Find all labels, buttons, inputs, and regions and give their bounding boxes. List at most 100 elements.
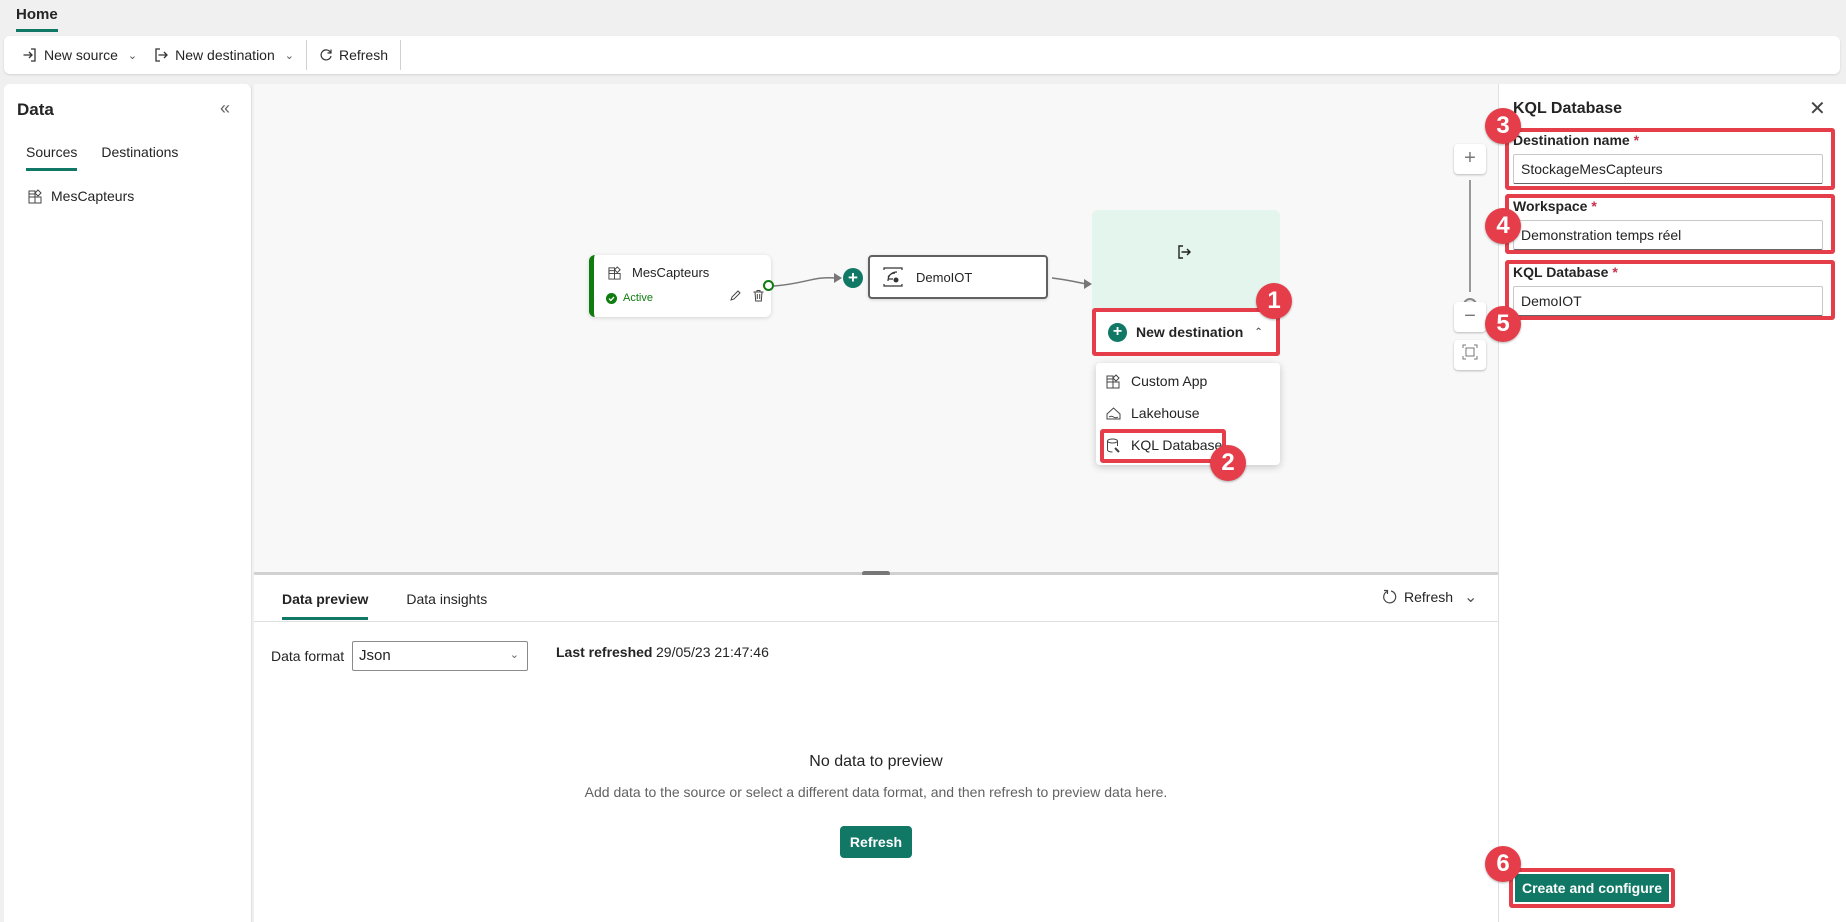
step-badge-1: 1 <box>1256 283 1292 319</box>
new-source-label: New source <box>44 47 118 63</box>
new-destination-dropdown[interactable]: + New destination ⌃ <box>1092 308 1280 356</box>
tab-data-insights[interactable]: Data insights <box>406 591 487 620</box>
new-destination-button[interactable]: New destination ⌄ <box>145 40 302 70</box>
eventstream-node[interactable]: DemoIOT <box>868 255 1048 299</box>
highlight-box: Create and configure <box>1509 868 1675 908</box>
step-badge-4: 4 <box>1485 208 1521 244</box>
step-badge-5: 5 <box>1485 306 1521 342</box>
source-node-actions <box>729 289 765 302</box>
highlight-box <box>1100 429 1226 463</box>
output-port[interactable] <box>763 280 774 291</box>
toolbar: New source ⌄ New destination ⌄ Refresh <box>4 36 1840 74</box>
canvas[interactable]: MesCapteurs Active + DemoIOT + New desti… <box>254 84 1498 574</box>
sign-out-icon <box>153 47 169 63</box>
workspace-label: Workspace * <box>1513 198 1597 214</box>
menu-item-custom-app[interactable]: Custom App <box>1106 373 1207 389</box>
required-marker: * <box>1612 264 1618 280</box>
field-label-text: KQL Database <box>1513 264 1609 280</box>
panel-title: KQL Database <box>1513 100 1623 117</box>
tabs-divider <box>254 621 1498 622</box>
destination-name-input[interactable] <box>1513 154 1823 184</box>
preview-refresh-label: Refresh <box>1404 589 1454 605</box>
refresh-label: Refresh <box>338 47 389 63</box>
refresh-icon <box>319 48 333 62</box>
top-bar: Home <box>0 0 1846 36</box>
destination-name-label: Destination name * <box>1513 132 1639 148</box>
status-badge: Active <box>606 292 653 304</box>
bottom-tabs: Data preview Data insights <box>282 591 487 620</box>
empty-state-title: No data to preview <box>809 753 943 770</box>
empty-state-description: Add data to the source or select a diffe… <box>584 784 1168 800</box>
chevron-down-icon: ⌄ <box>509 649 519 661</box>
kql-database-label: KQL Database * <box>1513 264 1618 280</box>
destination-menu: Custom App Lakehouse KQL Database <box>1096 363 1280 465</box>
zoom-out-button[interactable]: − <box>1454 302 1486 332</box>
eventstream-icon <box>882 267 904 287</box>
menu-item-lakehouse[interactable]: Lakehouse <box>1106 405 1200 421</box>
connector-lines <box>773 273 1092 289</box>
chevron-down-icon[interactable]: ⌄ <box>1464 587 1477 607</box>
last-refreshed-label: Last refreshed <box>556 644 653 660</box>
data-format-value: Json <box>359 647 391 664</box>
data-format-select[interactable]: Json ⌄ <box>352 641 528 671</box>
create-and-configure-button[interactable]: Create and configure <box>1515 874 1669 902</box>
custom-app-icon <box>608 265 622 280</box>
step-badge-3: 3 <box>1485 108 1521 144</box>
fit-to-screen-button[interactable] <box>1454 340 1486 370</box>
last-refreshed-value: 29/05/23 21:47:46 <box>656 644 769 660</box>
empty-state-refresh-button[interactable]: Refresh <box>840 826 912 858</box>
chevron-down-icon: ⌄ <box>127 49 138 62</box>
sign-out-icon <box>1176 244 1192 260</box>
fit-screen-icon <box>1462 344 1478 360</box>
collapse-panel-icon[interactable]: « <box>220 98 230 119</box>
source-node[interactable]: MesCapteurs Active <box>589 255 771 317</box>
kql-database-input[interactable] <box>1513 286 1823 316</box>
new-destination-label: New destination <box>175 47 275 63</box>
required-marker: * <box>1633 132 1640 148</box>
field-label-text: Destination name <box>1513 132 1630 148</box>
menu-item-label: Lakehouse <box>1131 405 1200 421</box>
data-panel-tabs: Sources Destinations <box>26 144 178 171</box>
custom-app-icon <box>28 188 43 204</box>
data-panel-title: Data <box>17 100 54 119</box>
data-format-label: Data format <box>271 648 345 664</box>
preview-refresh-button[interactable]: Refresh <box>1382 589 1453 605</box>
menu-item-label: Custom App <box>1131 373 1208 389</box>
status-text: Active <box>623 292 653 304</box>
refresh-icon <box>1382 589 1398 605</box>
new-source-button[interactable]: New source ⌄ <box>14 40 145 70</box>
edit-icon[interactable] <box>729 289 742 302</box>
toolbar-divider <box>400 40 402 70</box>
check-circle-icon <box>606 292 617 304</box>
sign-in-icon <box>22 47 38 63</box>
tab-destinations[interactable]: Destinations <box>101 144 178 171</box>
toolbar-divider <box>305 40 307 70</box>
step-badge-6: 6 <box>1485 846 1521 882</box>
data-panel: Data « Sources Destinations MesCapteurs <box>4 84 252 922</box>
step-badge-2: 2 <box>1210 445 1246 481</box>
tab-home[interactable]: Home <box>16 6 58 32</box>
refresh-button[interactable]: Refresh <box>311 40 396 70</box>
source-item-mescapteurs[interactable]: MesCapteurs <box>28 188 134 204</box>
chevron-down-icon: ⌄ <box>284 49 294 62</box>
add-operation-icon[interactable]: + <box>843 268 863 288</box>
field-label-text: Workspace <box>1513 198 1588 214</box>
bottom-panel: Data preview Data insights Refresh ⌄ Dat… <box>254 575 1498 922</box>
zoom-track <box>1469 180 1471 292</box>
tab-data-preview[interactable]: Data preview <box>282 591 369 620</box>
add-icon: + <box>1108 322 1127 342</box>
new-destination-dropdown-label: New destination <box>1136 324 1244 340</box>
chevron-up-icon: ⌃ <box>1254 326 1263 338</box>
custom-app-icon <box>1106 373 1121 389</box>
workspace-input[interactable] <box>1513 220 1823 250</box>
tab-sources[interactable]: Sources <box>26 144 78 171</box>
zoom-in-button[interactable]: + <box>1454 144 1486 174</box>
kql-database-panel: KQL Database ✕ Destination name * Worksp… <box>1485 84 1846 922</box>
source-node-title: MesCapteurs <box>608 265 709 280</box>
lakehouse-icon <box>1106 406 1121 421</box>
delete-icon[interactable] <box>752 289 765 302</box>
close-icon[interactable]: ✕ <box>1809 96 1826 121</box>
required-marker: * <box>1591 198 1597 214</box>
source-item-label: MesCapteurs <box>51 188 135 204</box>
source-node-name: MesCapteurs <box>632 265 710 280</box>
